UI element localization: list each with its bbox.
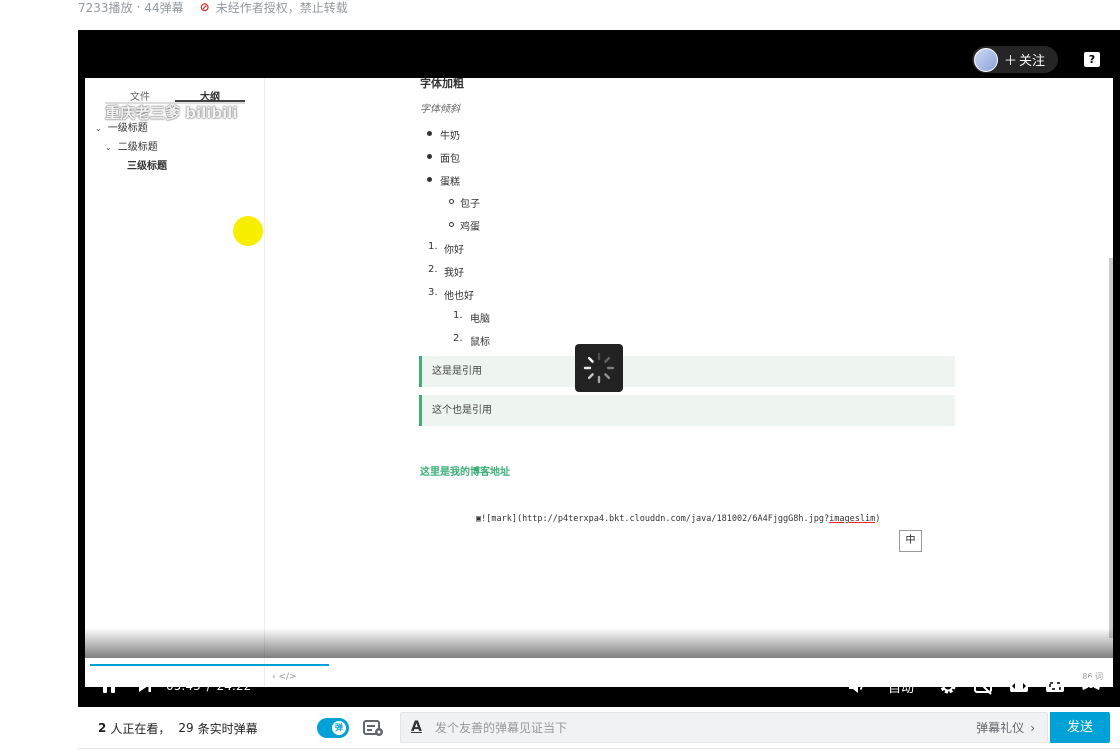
sub-bullet-dot (449, 222, 454, 227)
widescreen-icon[interactable] (1008, 670, 1030, 702)
danmaku-input-box: A 弹幕礼仪 › (400, 712, 1048, 743)
blog-heading: 这里是我的博客地址 (420, 467, 510, 478)
editor-scrollbar (1109, 258, 1113, 638)
send-button[interactable]: 发送 (1050, 712, 1110, 743)
controls-gradient (78, 628, 1120, 658)
bullet-dot (427, 131, 432, 136)
watching-text: 人正在看， (110, 721, 171, 736)
pause-icon[interactable] (98, 670, 120, 702)
danmaku-input[interactable] (435, 713, 935, 742)
tab-files: 文件 (130, 92, 150, 103)
editor-content: 字体加粗 字体倾斜 牛奶 面包 蛋糕 包子 鸡蛋 1. 你好 2. 我好 3. … (266, 78, 1113, 687)
markdown-image-line: ▣![mark](http://p4terxpa4.bkt.clouddn.co… (476, 514, 881, 524)
blockquote: 这是是引用 (419, 356, 955, 387)
danmaku-settings-icon[interactable] (363, 718, 385, 738)
follow-label: 关注 (1019, 54, 1046, 69)
mouse-highlight (233, 216, 263, 246)
blockquote: 这个也是引用 (419, 395, 955, 426)
ordered-num: 3. (428, 287, 438, 298)
sub-bullet-dot (449, 199, 454, 204)
tab-outline: 大纲 (175, 88, 245, 103)
follow-button[interactable]: ＋ 关注 (972, 46, 1058, 73)
video-stats: 7233播放 · 44弹幕 ⊘ 未经作者授权，禁止转载 (78, 0, 348, 15)
bullet-dot (427, 154, 432, 159)
danmaku-bar: 2 人正在看， 29 条实时弹幕 弹 A 弹幕礼仪 › 发送 (78, 707, 1120, 749)
no-repost-icon: ⊘ (199, 0, 210, 14)
ordered-item: 我好 (444, 268, 464, 279)
uploader-avatar[interactable] (974, 47, 998, 72)
ordered-item: 你好 (444, 245, 464, 256)
danmaku-count: 44弹幕 (144, 0, 184, 15)
list-item: 牛奶 (440, 131, 460, 142)
list-item: 蛋糕 (440, 177, 460, 188)
outline-item-h2: ⌄ 二级标题 (105, 142, 158, 153)
danmaku-off-icon[interactable] (972, 670, 994, 702)
bold-text: 字体加粗 (420, 78, 464, 90)
settings-gear-icon[interactable] (937, 670, 959, 702)
ordered-num: 1. (453, 310, 463, 321)
web-fullscreen-icon[interactable] (1044, 670, 1066, 702)
text-style-icon[interactable]: A (411, 719, 422, 735)
quality-selector[interactable]: 自动 (888, 670, 914, 702)
progress-bar[interactable] (90, 664, 1110, 666)
ime-indicator: 中 (899, 530, 922, 552)
ordered-num: 1. (428, 241, 438, 252)
realtime-count: 29 (178, 721, 194, 735)
chevron-right-icon: › (1030, 720, 1035, 735)
stats-dot: · (136, 0, 141, 14)
play-count: 7233播放 (78, 0, 133, 15)
chevron-down-icon: ⌄ (105, 143, 112, 152)
volume-icon[interactable] (846, 670, 868, 702)
italic-text: 字体倾斜 (420, 104, 460, 115)
time-display: 05:43 / 24:22 (166, 670, 251, 702)
bilibili-watermark: 重庆老三爹 bilibili (105, 104, 238, 122)
list-item: 鸡蛋 (460, 222, 480, 233)
watching-count: 2 (98, 721, 107, 735)
ordered-item: 电脑 (470, 314, 490, 325)
ordered-item: 鼠标 (470, 337, 490, 348)
help-icon[interactable]: ? (1084, 52, 1100, 67)
current-time: 05:43 (166, 679, 201, 693)
realtime-text: 条实时弹幕 (197, 721, 258, 736)
chevron-down-icon: ⌄ (95, 124, 102, 133)
list-item: 面包 (440, 154, 460, 165)
copyright-notice: 未经作者授权，禁止转载 (215, 0, 348, 15)
ordered-num: 2. (453, 333, 463, 344)
editor-sidebar: 文件 大纲 ⌄ 一级标题 ⌄ 二级标题 三级标题 重庆老三爹 bilibili (85, 78, 265, 687)
danmaku-toggle[interactable]: 弹 (317, 718, 349, 738)
fullscreen-icon[interactable] (1080, 670, 1102, 702)
live-watch-stats: 2 人正在看， 29 条实时弹幕 (98, 707, 258, 749)
control-bar: 05:43 / 24:22 自动 (78, 670, 1120, 702)
bullet-dot (427, 177, 432, 182)
time-separator: / (206, 679, 211, 693)
video-frame[interactable]: 文件 大纲 ⌄ 一级标题 ⌄ 二级标题 三级标题 重庆老三爹 bilibili 字体… (85, 78, 1113, 687)
list-item: 包子 (460, 199, 480, 210)
next-icon[interactable] (134, 670, 156, 702)
loading-spinner-icon (575, 344, 623, 392)
ordered-item: 他也好 (444, 291, 474, 302)
ordered-num: 2. (428, 264, 438, 275)
duration: 24:22 (216, 679, 252, 693)
outline-item-h3: 三级标题 (127, 161, 167, 172)
played-bar (90, 664, 329, 666)
danmaku-toggle-label: 弹 (332, 721, 346, 735)
video-player[interactable]: 文件 大纲 ⌄ 一级标题 ⌄ 二级标题 三级标题 重庆老三爹 bilibili 字体… (78, 30, 1120, 707)
danmaku-etiquette-link[interactable]: 弹幕礼仪 › (976, 713, 1035, 742)
plus-icon: ＋ (1004, 54, 1018, 69)
